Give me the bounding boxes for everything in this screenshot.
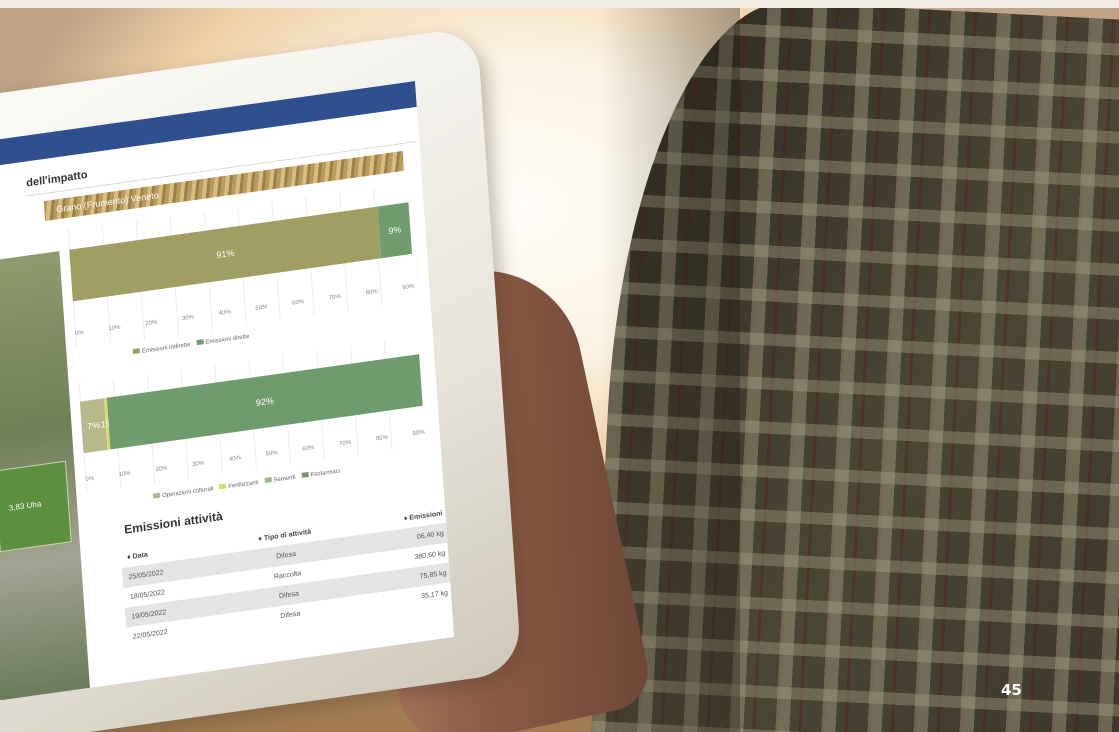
legend-label[interactable]: Operazioni colturali xyxy=(162,486,214,499)
legend-swatch xyxy=(132,348,140,355)
legend-swatch xyxy=(196,339,204,346)
top-margin-strip xyxy=(0,0,1119,8)
page-number: 45 xyxy=(1001,681,1022,699)
legend-label[interactable]: Fertilizzanti xyxy=(228,480,259,490)
legend-swatch xyxy=(264,477,272,484)
tablet-screen: dell'impatto Grano (Frumento) Veneto 3,8… xyxy=(0,81,455,701)
emissions-title: Emissioni attività xyxy=(123,508,224,537)
legend-label[interactable]: Fitofarmaci xyxy=(310,468,340,478)
bar-segment[interactable]: 9% xyxy=(377,202,413,259)
legend-label[interactable]: Emissioni dirette xyxy=(205,334,249,346)
section-title: dell'impatto xyxy=(25,169,88,190)
legend-swatch xyxy=(301,471,309,478)
activity-split-chart: 7% 1% 92% 0% 10% 20% 30% 40% 50% 60% 70% 80% 90% xyxy=(78,336,426,493)
legend-label[interactable]: Sementi xyxy=(273,475,295,484)
tick-label: 0% xyxy=(74,329,85,338)
legend-swatch xyxy=(219,483,227,490)
legend-label[interactable]: Emissioni indirette xyxy=(142,342,191,355)
tick-label: 0% xyxy=(85,475,95,483)
legend-swatch xyxy=(152,492,161,499)
photo-scene: dell'impatto Grano (Frumento) Veneto 3,8… xyxy=(0,8,1119,732)
tablet-device: dell'impatto Grano (Frumento) Veneto 3,8… xyxy=(0,26,522,732)
